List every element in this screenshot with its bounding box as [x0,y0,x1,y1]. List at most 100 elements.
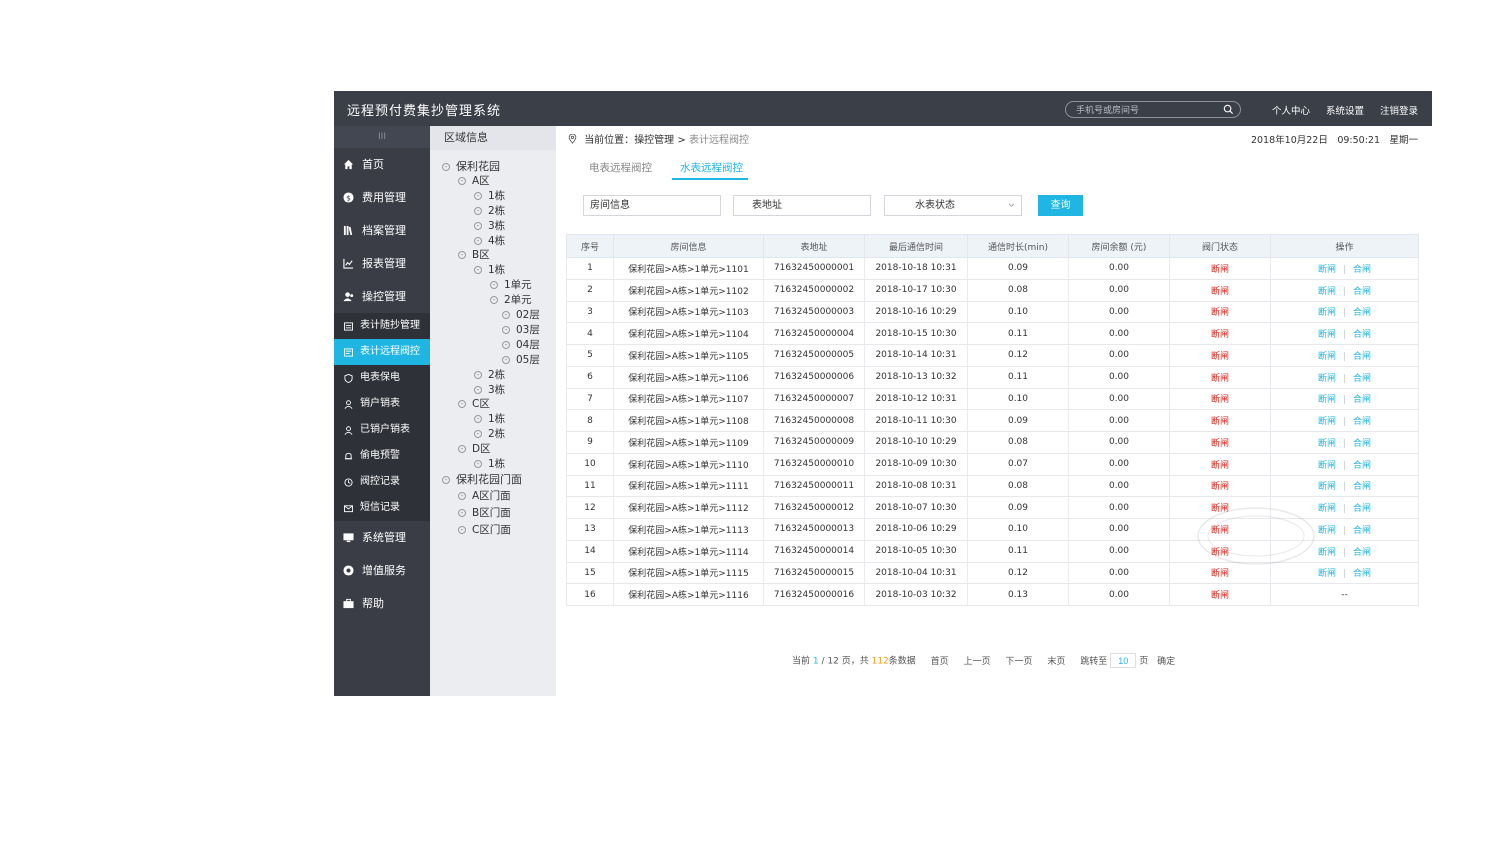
tree-node[interactable]: - D区 [458,441,491,456]
tree-node[interactable]: -03层 [502,322,540,337]
tab-electric-meter[interactable]: 电表远程阀控 [589,160,652,175]
tree-toggle-icon[interactable]: - [458,400,466,409]
valve-on-button[interactable]: 合闸 [1353,374,1371,384]
sub-item-cancelled-accounts[interactable]: 已销户销表 [334,417,430,443]
tree-node[interactable]: -2单元 [490,292,532,307]
tree-node[interactable]: - B区 [458,247,490,262]
tree-node[interactable]: -05层 [502,352,540,367]
nav-system-management[interactable]: 系统管理 [334,521,430,554]
tree-toggle-icon[interactable]: - [474,460,482,468]
tree-node[interactable]: - A区 [458,173,490,188]
valve-off-button[interactable]: 断闸 [1318,569,1336,579]
valve-off-button[interactable]: 断闸 [1318,461,1336,471]
pager-jump-input[interactable] [1110,653,1137,668]
tree-toggle-icon[interactable]: - [442,475,450,484]
tree-node[interactable]: -2栋 [474,203,505,218]
tree-node[interactable]: -4栋 [474,233,505,248]
pager-last-button[interactable]: 末页 [1047,657,1065,667]
valve-off-button[interactable]: 断闸 [1318,526,1336,536]
tree-toggle-icon[interactable]: - [502,325,510,334]
valve-off-button[interactable]: 断闸 [1318,265,1336,275]
sub-item-remote-valve-control[interactable]: 表计远程阀控 [334,339,430,365]
tree-node[interactable]: -04层 [502,337,540,352]
tree-node[interactable]: -3栋 [474,218,505,233]
valve-off-button[interactable]: 断闸 [1318,417,1336,427]
tree-node[interactable]: -2栋 [474,367,505,382]
valve-off-button[interactable]: 断闸 [1318,395,1336,405]
tree-toggle-icon[interactable]: - [474,370,482,379]
valve-off-button[interactable]: 断闸 [1318,374,1336,384]
nav-value-added-services[interactable]: 增值服务 [334,554,430,587]
sidebar-toggle[interactable]: III [334,126,430,148]
nav-report-management[interactable]: 报表管理 [334,247,430,280]
tree-node[interactable]: -2栋 [474,426,505,441]
nav-help[interactable]: 帮助 [334,587,430,620]
valve-on-button[interactable]: 合闸 [1353,504,1371,514]
tab-water-meter[interactable]: 水表远程阀控 [680,160,743,175]
valve-on-button[interactable]: 合闸 [1353,308,1371,318]
system-settings-link[interactable]: 系统设置 [1326,103,1364,117]
tree-toggle-icon[interactable]: - [474,221,482,230]
pager-confirm-button[interactable]: 确定 [1157,657,1175,667]
tree-node[interactable]: -1单元 [490,277,532,292]
valve-on-button[interactable]: 合闸 [1353,287,1371,297]
search-icon[interactable] [1223,104,1234,115]
query-button[interactable]: 查询 [1038,195,1083,216]
search-input[interactable] [1076,103,1216,116]
tree-node[interactable]: -1栋 [474,262,505,277]
pager-next-button[interactable]: 下一页 [1005,657,1032,667]
sub-item-account-cancel[interactable]: 销户销表 [334,391,430,417]
tree-node[interactable]: - 保利花园 [442,158,500,174]
nav-home[interactable]: 首页 [334,148,430,181]
search-box[interactable] [1065,101,1241,118]
tree-toggle-icon[interactable]: - [442,163,450,171]
tree-node[interactable]: -1栋 [474,188,505,203]
nav-control-management[interactable]: 操控管理 [334,280,430,313]
valve-on-button[interactable]: 合闸 [1353,526,1371,536]
tree-toggle-icon[interactable]: - [458,525,466,534]
tree-node[interactable]: -02层 [502,307,540,322]
nav-fee-management[interactable]: $ 费用管理 [334,181,430,214]
tree-toggle-icon[interactable]: - [474,191,482,200]
tree-node[interactable]: - C区门面 [458,522,511,537]
meter-address-field[interactable]: 表地址 [733,195,871,216]
personal-center-link[interactable]: 个人中心 [1272,103,1310,117]
tree-node[interactable]: -1栋 [474,411,505,426]
water-status-select[interactable]: 水表状态 [884,195,1022,216]
breadcrumb-parent[interactable]: 操控管理 [634,135,674,146]
valve-on-button[interactable]: 合闸 [1353,569,1371,579]
sub-item-theft-warning[interactable]: 偷电预警 [334,443,430,469]
valve-on-button[interactable]: 合闸 [1353,417,1371,427]
valve-off-button[interactable]: 断闸 [1318,439,1336,449]
valve-on-button[interactable]: 合闸 [1353,265,1371,275]
sub-item-power-protection[interactable]: 电表保电 [334,365,430,391]
pager-prev-button[interactable]: 上一页 [964,657,991,667]
tree-toggle-icon[interactable]: - [458,508,466,517]
tree-toggle-icon[interactable]: - [458,491,466,500]
valve-off-button[interactable]: 断闸 [1318,330,1336,340]
tree-toggle-icon[interactable]: - [502,311,510,319]
tree-node[interactable]: - C区 [458,396,490,411]
tree-toggle-icon[interactable]: - [474,415,482,424]
logout-link[interactable]: 注销登录 [1380,103,1418,117]
valve-on-button[interactable]: 合闸 [1353,330,1371,340]
valve-on-button[interactable]: 合闸 [1353,395,1371,405]
valve-off-button[interactable]: 断闸 [1318,352,1336,362]
tree-node[interactable]: -3栋 [474,382,505,397]
tree-node[interactable]: - 保利花园门面 [442,471,522,487]
tree-node[interactable]: -1栋 [474,456,505,471]
tree-toggle-icon[interactable]: - [474,206,482,215]
valve-off-button[interactable]: 断闸 [1318,504,1336,514]
nav-archive-management[interactable]: 档案管理 [334,214,430,247]
valve-off-button[interactable]: 断闸 [1318,287,1336,297]
sub-item-valve-records[interactable]: 阀控记录 [334,469,430,495]
pager-first-button[interactable]: 首页 [931,657,949,667]
tree-toggle-icon[interactable]: - [474,430,482,439]
tree-toggle-icon[interactable]: - [490,296,498,305]
sub-item-sms-records[interactable]: 短信记录 [334,495,430,521]
tree-toggle-icon[interactable]: - [474,236,482,245]
valve-on-button[interactable]: 合闸 [1353,461,1371,471]
valve-on-button[interactable]: 合闸 [1353,482,1371,492]
tree-toggle-icon[interactable]: - [458,176,466,185]
tree-toggle-icon[interactable]: - [502,355,510,364]
